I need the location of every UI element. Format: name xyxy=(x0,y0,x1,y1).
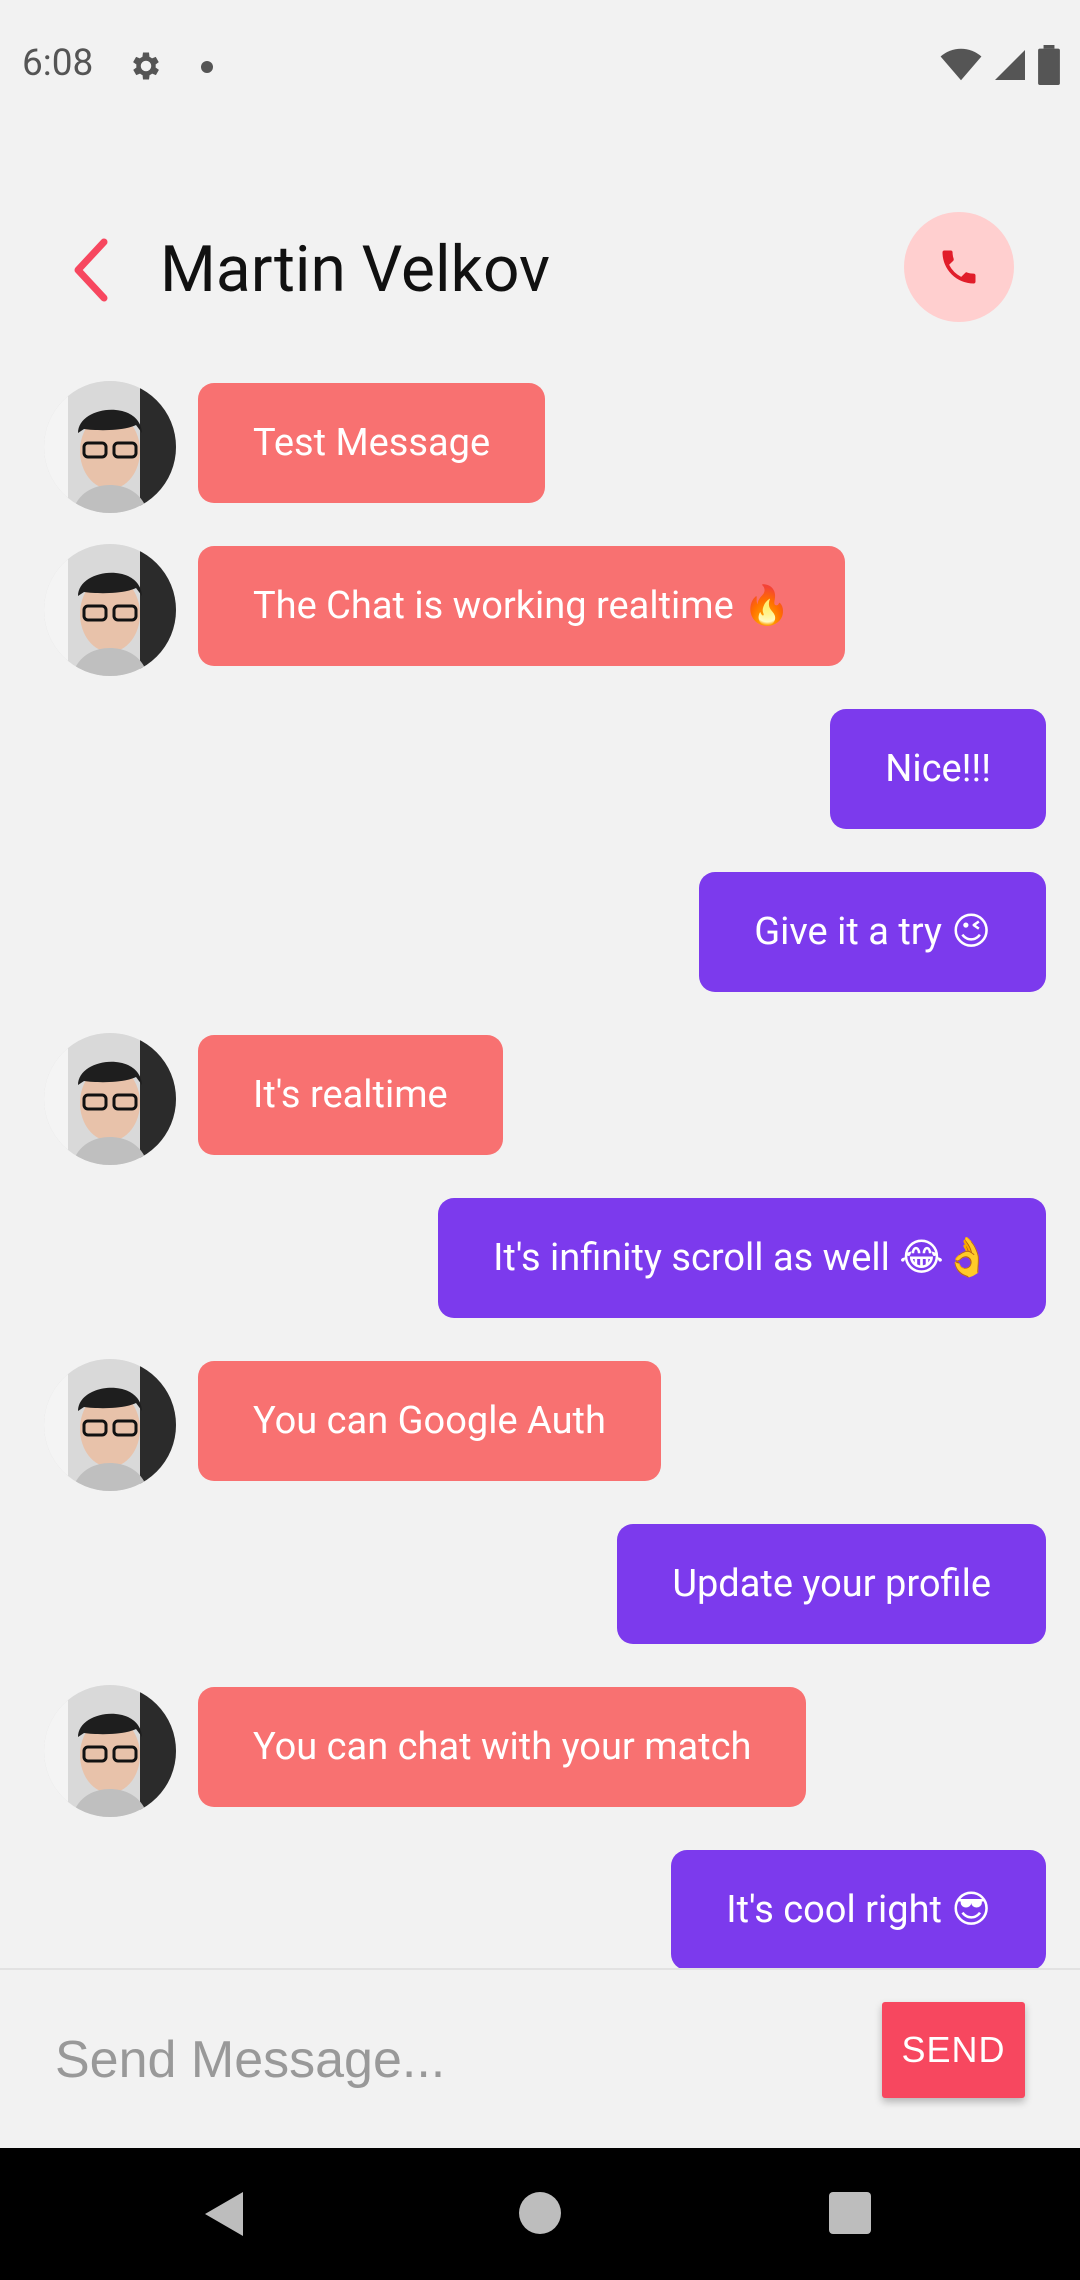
signal-icon xyxy=(995,50,1025,80)
system-nav-bar xyxy=(0,2148,1080,2280)
message-input[interactable] xyxy=(40,2010,870,2110)
avatar[interactable] xyxy=(44,381,176,513)
nav-back-icon[interactable] xyxy=(205,2192,245,2236)
avatar[interactable] xyxy=(44,1685,176,1817)
status-bar: 6:08 xyxy=(0,0,1080,135)
message-bubble-incoming[interactable]: The Chat is working realtime 🔥 xyxy=(198,546,846,666)
call-button[interactable] xyxy=(904,212,1014,322)
message-row: It's realtime xyxy=(0,1033,1080,1165)
message-row: It's infinity scroll as well 😂👌 xyxy=(0,1198,1080,1318)
message-row: Update your profile xyxy=(0,1524,1080,1644)
message-bubble-outgoing[interactable]: Nice!!! xyxy=(830,709,1046,829)
compose-bar: SEND xyxy=(0,1968,1080,2150)
message-bubble-outgoing[interactable]: Give it a try 😉 xyxy=(699,872,1046,992)
notification-dot-icon xyxy=(201,61,213,73)
message-bubble-incoming[interactable]: You can chat with your match xyxy=(198,1687,807,1807)
message-row: You can Google Auth xyxy=(0,1359,1080,1491)
message-row: The Chat is working realtime 🔥 xyxy=(0,544,1080,676)
nav-recents-icon[interactable] xyxy=(829,2192,871,2234)
message-bubble-outgoing[interactable]: Update your profile xyxy=(617,1524,1046,1644)
message-bubble-incoming[interactable]: It's realtime xyxy=(198,1035,503,1155)
message-row: Give it a try 😉 xyxy=(0,872,1080,992)
back-arrow-icon xyxy=(74,238,108,302)
message-bubble-outgoing[interactable]: It's infinity scroll as well 😂👌 xyxy=(438,1198,1046,1318)
message-row: It's cool right 😎 xyxy=(0,1850,1080,1970)
send-button[interactable]: SEND xyxy=(882,2002,1025,2098)
gear-icon xyxy=(133,52,159,80)
avatar[interactable] xyxy=(44,1359,176,1491)
message-list[interactable]: Test Message The Chat is working realtim… xyxy=(0,370,1080,1970)
back-button[interactable] xyxy=(58,230,122,310)
status-time: 6:08 xyxy=(22,42,94,85)
avatar[interactable] xyxy=(44,1033,176,1165)
message-row: You can chat with your match xyxy=(0,1685,1080,1817)
wifi-icon xyxy=(940,48,982,81)
message-bubble-incoming[interactable]: Test Message xyxy=(198,383,546,503)
message-bubble-outgoing[interactable]: It's cool right 😎 xyxy=(671,1850,1046,1970)
chat-header: Martin Velkov xyxy=(0,200,1080,340)
message-row: Test Message xyxy=(0,381,1080,513)
avatar[interactable] xyxy=(44,544,176,676)
battery-icon xyxy=(1038,45,1060,85)
nav-home-icon[interactable] xyxy=(519,2192,561,2234)
message-row: Nice!!! xyxy=(0,709,1080,829)
message-bubble-incoming[interactable]: You can Google Auth xyxy=(198,1361,661,1481)
phone-icon xyxy=(942,250,976,284)
contact-name: Martin Velkov xyxy=(160,232,550,307)
